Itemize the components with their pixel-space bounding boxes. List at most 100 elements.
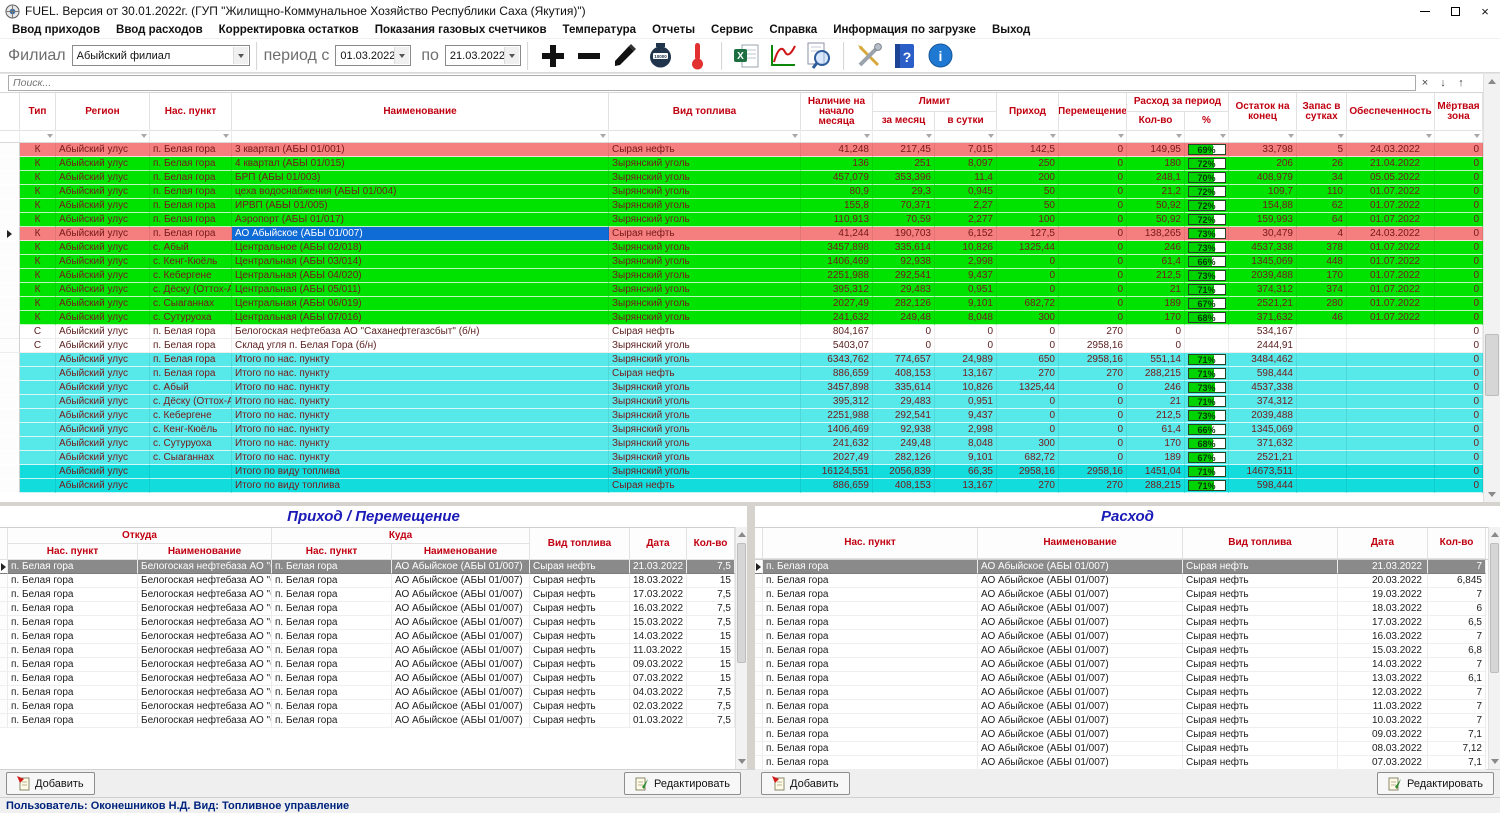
table-row[interactable]: п. Белая гораАО Абыйское (АБЫ 01/007)Сыр… — [755, 756, 1500, 770]
column-header-settlement[interactable]: Нас. пункт — [763, 528, 978, 559]
search-input[interactable] — [8, 75, 1416, 91]
chart-button[interactable] — [768, 41, 798, 71]
expense-scrollbar[interactable] — [1488, 527, 1500, 769]
menu-item[interactable]: Показания газовых счетчиков — [367, 24, 555, 36]
column-header-type[interactable]: Тип — [20, 93, 56, 131]
table-row[interactable]: Абыйский улусс. КебергенеИтого по нас. п… — [0, 409, 1483, 423]
table-row[interactable]: п. Белая гораАО Абыйское (АБЫ 01/007)Сыр… — [755, 672, 1500, 686]
column-header-name[interactable]: Наименование — [978, 528, 1183, 559]
table-row[interactable]: п. Белая гораБелогоская нефтебаза АО "Са… — [0, 616, 747, 630]
edit-button[interactable] — [610, 41, 640, 71]
table-row[interactable]: п. Белая гораАО Абыйское (АБЫ 01/007)Сыр… — [755, 630, 1500, 644]
table-row[interactable]: КАбыйский улусс. Дёску (Оттох-Атах)Центр… — [0, 283, 1483, 297]
column-filter[interactable] — [935, 130, 997, 142]
menu-item[interactable]: Справка — [761, 24, 825, 36]
table-row[interactable]: п. Белая гораБелогоская нефтебаза АО "Са… — [0, 588, 747, 602]
thermometer-button[interactable] — [682, 41, 712, 71]
table-row[interactable]: п. Белая гораАО Абыйское (АБЫ 01/007)Сыр… — [755, 616, 1500, 630]
table-row[interactable]: п. Белая гораБелогоская нефтебаза АО "Са… — [0, 714, 747, 728]
menu-item[interactable]: Ввод расходов — [108, 24, 211, 36]
column-header-settlement[interactable]: Нас. пункт — [150, 93, 232, 131]
column-header-qty[interactable]: Кол-во — [1428, 528, 1486, 559]
column-header-fuel[interactable]: Вид топлива — [609, 93, 801, 131]
column-filter[interactable] — [609, 130, 801, 142]
column-filter[interactable] — [150, 130, 232, 142]
scrollbar-thumb[interactable] — [737, 543, 746, 663]
column-filter[interactable] — [1185, 130, 1229, 142]
table-row[interactable]: п. Белая гораАО Абыйское (АБЫ 01/007)Сыр… — [755, 686, 1500, 700]
table-row[interactable]: КАбыйский улусс. АбыйЦентральное (АБЫ 02… — [0, 241, 1483, 255]
table-row[interactable]: КАбыйский улусс. СутуруохаЦентральная (А… — [0, 311, 1483, 325]
column-filter[interactable] — [232, 130, 609, 142]
excel-export-button[interactable]: X — [732, 41, 762, 71]
table-row[interactable]: КАбыйский улусп. Белая гораАО Абыйское (… — [0, 227, 1483, 241]
column-header-movement[interactable]: Перемещение — [1059, 93, 1127, 131]
search-up-button[interactable]: ↑ — [1452, 75, 1470, 91]
column-header-qty[interactable]: Кол-во — [687, 528, 735, 560]
column-header-to-settlement[interactable]: Нас. пункт — [272, 544, 392, 560]
search-down-button[interactable]: ↓ — [1434, 75, 1452, 91]
table-row[interactable]: Абыйский улусп. Белая гораИтого по нас. … — [0, 367, 1483, 381]
table-row[interactable]: КАбыйский улусп. Белая гора4 квартал (АБ… — [0, 157, 1483, 171]
table-row[interactable]: п. Белая гораАО Абыйское (АБЫ 01/007)Сыр… — [755, 602, 1500, 616]
main-table-scrollbar[interactable] — [1483, 74, 1500, 502]
income-edit-button[interactable]: Редактировать — [624, 772, 741, 795]
menu-item[interactable]: Корректировка остатков — [211, 24, 367, 36]
remove-button[interactable] — [574, 41, 604, 71]
column-header-date[interactable]: Дата — [630, 528, 687, 560]
column-header-start[interactable]: Наличие на начало месяца — [801, 93, 873, 131]
table-row[interactable]: Абыйский улусп. Белая гораИтого по нас. … — [0, 353, 1483, 367]
minimize-button[interactable] — [1410, 0, 1440, 22]
gas-meter-button[interactable]: 10000 — [646, 41, 676, 71]
table-row[interactable]: САбыйский улусп. Белая гораСклад угля п.… — [0, 339, 1483, 353]
table-row[interactable]: Абыйский улусс. СутуруохаИтого по нас. п… — [0, 437, 1483, 451]
expense-edit-button[interactable]: Редактировать — [1377, 772, 1494, 795]
table-row[interactable]: КАбыйский улусс. Кенг-КюёльЦентральная (… — [0, 255, 1483, 269]
table-row[interactable]: п. Белая гораБелогоская нефтебаза АО "Са… — [0, 686, 747, 700]
menu-item[interactable]: Температура — [555, 24, 645, 36]
column-filter[interactable] — [801, 130, 873, 142]
table-row[interactable]: п. Белая гораАО Абыйское (АБЫ 01/007)Сыр… — [755, 700, 1500, 714]
scroll-up-icon[interactable] — [1484, 74, 1500, 89]
menu-item[interactable]: Выход — [984, 24, 1038, 36]
table-row[interactable]: п. Белая гораБелогоская нефтебаза АО "Са… — [0, 672, 747, 686]
table-row[interactable]: Абыйский улусс. СыаганнахИтого по нас. п… — [0, 451, 1483, 465]
column-filter[interactable] — [1059, 130, 1127, 142]
column-filter[interactable] — [1435, 130, 1483, 142]
column-header-limit-month[interactable]: за месяц — [873, 112, 935, 131]
preview-button[interactable] — [804, 41, 834, 71]
table-row[interactable]: Абыйский улусИтого по виду топливаСырая … — [0, 479, 1483, 493]
column-header-days[interactable]: Запас в сутках — [1297, 93, 1347, 131]
table-row[interactable]: КАбыйский улусс. КебергенеЦентральная (А… — [0, 269, 1483, 283]
table-row[interactable]: п. Белая гораБелогоская нефтебаза АО "Са… — [0, 574, 747, 588]
column-header-fuel[interactable]: Вид топлива — [1183, 528, 1338, 559]
table-row[interactable]: п. Белая гораАО Абыйское (АБЫ 01/007)Сыр… — [755, 588, 1500, 602]
table-row[interactable]: п. Белая гораБелогоская нефтебаза АО "Са… — [0, 658, 747, 672]
table-row[interactable]: п. Белая гораБелогоская нефтебаза АО "Са… — [0, 644, 747, 658]
table-row[interactable]: п. Белая гораАО Абыйское (АБЫ 01/007)Сыр… — [755, 574, 1500, 588]
column-filter[interactable] — [1297, 130, 1347, 142]
scrollbar-thumb[interactable] — [1485, 334, 1499, 396]
table-row[interactable]: п. Белая гораБелогоская нефтебаза АО "Са… — [0, 630, 747, 644]
menu-item[interactable]: Сервис — [703, 24, 761, 36]
scroll-down-icon[interactable] — [1489, 754, 1500, 769]
column-header-region[interactable]: Регион — [56, 93, 150, 131]
column-header-from-name[interactable]: Наименование — [138, 544, 272, 560]
column-header-date[interactable]: Дата — [1338, 528, 1428, 559]
scroll-down-icon[interactable] — [736, 754, 747, 769]
scrollbar-thumb[interactable] — [1490, 543, 1499, 673]
column-filter[interactable] — [20, 130, 56, 142]
scroll-up-icon[interactable] — [736, 527, 747, 542]
table-row[interactable]: Абыйский улусс. АбыйИтого по нас. пункту… — [0, 381, 1483, 395]
table-row[interactable]: п. Белая гораАО Абыйское (АБЫ 01/007)Сыр… — [755, 742, 1500, 756]
table-row[interactable]: КАбыйский улусс. СыаганнахЦентральная (А… — [0, 297, 1483, 311]
table-row[interactable]: КАбыйский улусп. Белая гораБРП (АБЫ 01/0… — [0, 171, 1483, 185]
settings-tools-button[interactable] — [854, 41, 884, 71]
expense-add-button[interactable]: Добавить — [761, 772, 850, 795]
help-button[interactable]: ? — [890, 41, 920, 71]
column-header-secured[interactable]: Обеспеченность — [1347, 93, 1435, 131]
column-header-dead[interactable]: Мёртвая зона — [1435, 93, 1483, 131]
table-row[interactable]: п. Белая гораБелогоская нефтебаза АО "Са… — [0, 602, 747, 616]
menu-item[interactable]: Информация по загрузке — [825, 24, 984, 36]
table-row[interactable]: п. Белая гораАО Абыйское (АБЫ 01/007)Сыр… — [755, 714, 1500, 728]
